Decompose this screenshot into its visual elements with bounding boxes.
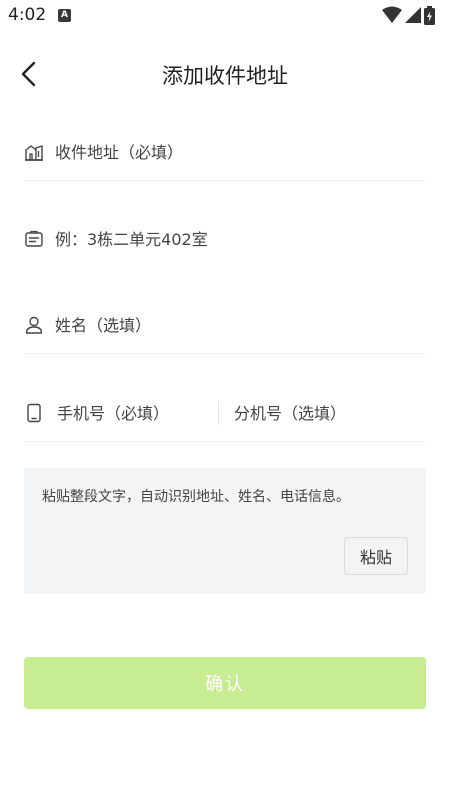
status-bar: 4:02 A: [0, 0, 450, 32]
confirm-button[interactable]: 确认: [24, 657, 426, 709]
signal-icon: [405, 7, 421, 23]
paste-panel: 粘贴: [24, 468, 426, 594]
status-icons: [382, 6, 442, 26]
a-badge-icon: A: [58, 9, 71, 22]
phone-divider: [218, 401, 219, 425]
detail-row: [24, 210, 426, 268]
extension-input[interactable]: [234, 384, 424, 442]
address-row: [24, 123, 426, 181]
page-title: 添加收件地址: [162, 64, 288, 88]
paste-button[interactable]: 粘贴: [344, 537, 408, 575]
phone-row: [24, 384, 426, 442]
name-row: [24, 296, 426, 354]
status-time: 4:02: [8, 5, 47, 25]
detail-input[interactable]: [55, 210, 415, 268]
address-input[interactable]: [55, 123, 415, 181]
person-icon: [25, 316, 43, 334]
battery-charging-icon: [424, 6, 435, 25]
phone-icon: [27, 403, 41, 423]
wifi-icon: [382, 6, 402, 23]
name-input[interactable]: [55, 296, 415, 354]
nav-bar: 添加收件地址: [0, 48, 450, 100]
phone-input[interactable]: [57, 384, 207, 442]
card-icon: [25, 230, 43, 247]
building-icon: [25, 145, 43, 161]
